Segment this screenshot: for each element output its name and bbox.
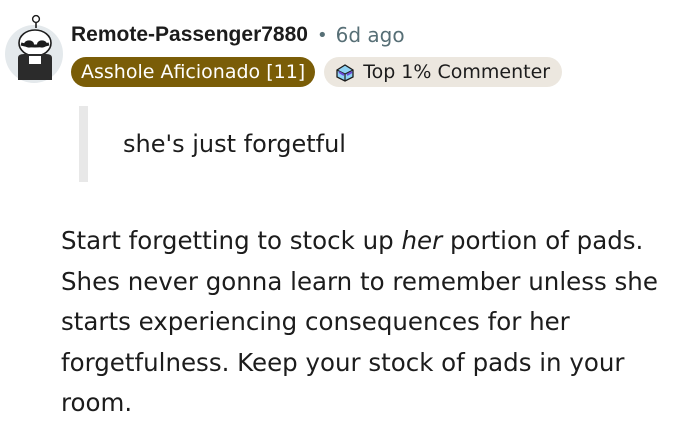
comment: Remote-Passenger7880 • 6d ago Asshole Af… [0, 0, 700, 437]
body-line-1-end: portion of pads. [442, 226, 644, 255]
quote-text: she's just forgetful [123, 130, 346, 158]
separator-dot: • [316, 24, 328, 46]
body-line-4: forgetfulness. Keep your stock of pads i… [61, 347, 625, 377]
comment-timestamp[interactable]: 6d ago [336, 23, 405, 47]
user-avatar[interactable] [2, 14, 66, 84]
comment-body: Start forgetting to stock up her portion… [61, 221, 691, 424]
body-line-5: room. [61, 388, 133, 417]
badge-label: Top 1% Commenter [363, 61, 551, 83]
body-line-2: Shes never gonna learn to remember unles… [61, 266, 658, 296]
comment-header: Remote-Passenger7880 • 6d ago [71, 20, 405, 50]
top-commenter-badge[interactable]: Top 1% Commenter [324, 57, 563, 87]
avatar-icon [5, 14, 63, 83]
blockquote: she's just forgetful [79, 106, 599, 182]
user-flair: Asshole Aficionado [11] [71, 57, 316, 87]
top-commenter-icon [334, 62, 356, 82]
body-emphasis: her [401, 226, 443, 255]
author-link[interactable]: Remote-Passenger7880 [71, 23, 308, 47]
body-line-3: starts experiencing consequences for her [61, 307, 570, 336]
body-line-1-start: Start forgetting to stock up [61, 226, 402, 255]
flair-row: Asshole Aficionado [11] Top 1% Commenter [71, 57, 563, 87]
body-line-1: Start forgetting to stock up her portion… [61, 221, 691, 262]
